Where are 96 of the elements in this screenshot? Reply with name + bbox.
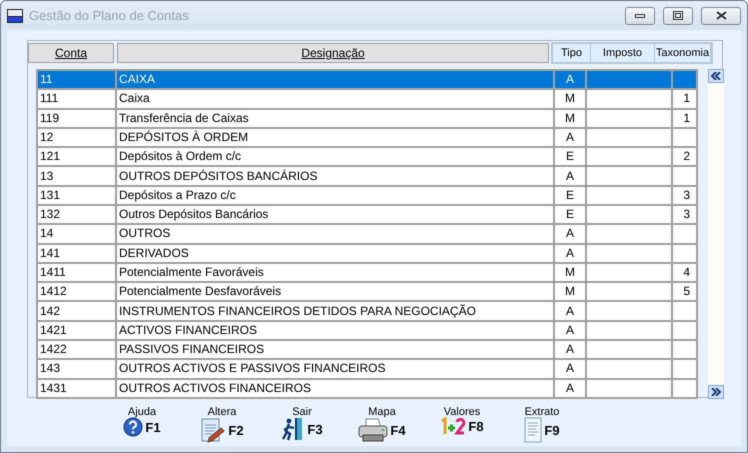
table-cell: 3 <box>673 206 696 224</box>
table-cell: OUTROS DEPÓSITOS BANCÁRIOS <box>117 167 553 185</box>
table-cell: Outros Depósitos Bancários <box>117 206 553 224</box>
maximize-icon <box>673 11 683 20</box>
scroll-left-button[interactable] <box>708 69 724 83</box>
table-cell: 1 <box>673 90 696 108</box>
help-icon <box>123 417 144 437</box>
table-cell <box>673 244 696 262</box>
table-cell <box>673 340 696 358</box>
table-cell: 131 <box>38 186 115 204</box>
table-cell: 111 <box>38 90 115 108</box>
table-cell: 3 <box>673 186 696 204</box>
document-icon <box>524 417 542 443</box>
table-cell: 4 <box>673 264 696 282</box>
table-cell: Transferência de Caixas <box>117 110 553 127</box>
table-cell <box>673 71 696 88</box>
table-cell <box>673 225 696 243</box>
table-cell: 12 <box>38 128 115 146</box>
table-cell: 1 <box>673 110 696 127</box>
toolbar-button[interactable]: Valores F8 <box>422 406 502 444</box>
table-cell: DERIVADOS <box>117 244 553 262</box>
toolbar-button[interactable]: Altera F2 <box>182 406 262 444</box>
table-cell: A <box>555 244 585 262</box>
table-cell: DEPÓSITOS À ORDEM <box>117 128 553 146</box>
table-cell: E <box>555 186 585 204</box>
table-cell: 1422 <box>38 340 115 358</box>
toolbar-button[interactable]: Extrato F9 <box>502 406 582 444</box>
table-cell: E <box>555 206 585 224</box>
table-cell: OUTROS ACTIVOS E PASSIVOS FINANCEIROS <box>117 360 553 378</box>
column-header[interactable]: Designação <box>117 43 549 63</box>
table-cell: 1412 <box>38 283 115 300</box>
table-cell <box>673 302 696 320</box>
table-cell <box>673 360 696 378</box>
table-cell: ACTIVOS FINANCEIROS <box>117 322 553 339</box>
table-cell <box>673 380 696 397</box>
table-cell: 1421 <box>38 322 115 339</box>
table-cell: A <box>555 380 585 397</box>
table-cell: M <box>555 283 585 300</box>
table-cell: A <box>555 225 585 243</box>
table-cell: A <box>555 71 585 88</box>
table-cell: Potencialmente Favoráveis <box>117 264 553 282</box>
table-cell: M <box>555 90 585 108</box>
table-cell <box>673 167 696 185</box>
table-cell: 141 <box>38 244 115 262</box>
toolbar-button[interactable]: Sair F3 <box>262 406 342 444</box>
column-header[interactable]: Taxonomia <box>655 44 711 62</box>
table-cell: PASSIVOS FINANCEIROS <box>117 340 553 358</box>
maximize-button[interactable] <box>663 6 693 24</box>
table-cell: Depósitos a Prazo c/c <box>117 186 553 204</box>
table-cell: OUTROS ACTIVOS FINANCEIROS <box>117 380 553 397</box>
window-title: Gestão do Plano de Contas <box>29 8 190 23</box>
close-button[interactable] <box>701 6 741 24</box>
table-cell: A <box>555 360 585 378</box>
table-cell: Depósitos à Ordem c/c <box>117 148 553 166</box>
toolbar-button[interactable]: Mapa F4 <box>342 406 422 444</box>
table-cell: 1411 <box>38 264 115 282</box>
table-cell: M <box>555 264 585 282</box>
table-cell: 13 <box>38 167 115 185</box>
table-cell: 119 <box>38 110 115 127</box>
table-cell <box>673 322 696 339</box>
app-icon <box>7 8 23 22</box>
table-cell: 5 <box>673 283 696 300</box>
one-plus-two-icon <box>440 417 466 435</box>
table-cell: INSTRUMENTOS FINANCEIROS DETIDOS PARA NEGOCIAÇÃO <box>117 302 553 320</box>
table-cell: E <box>555 148 585 166</box>
table-cell: 143 <box>38 360 115 378</box>
table-cell: 132 <box>38 206 115 224</box>
column-header[interactable]: Imposto <box>591 44 655 62</box>
table-cell: A <box>555 167 585 185</box>
table-cell <box>673 128 696 146</box>
scroll-right-button[interactable] <box>708 385 724 399</box>
table-cell: Caixa <box>117 90 553 108</box>
double-chevron-right-icon <box>711 388 721 396</box>
table-cell: OUTROS <box>117 225 553 243</box>
table-cell: 121 <box>38 148 115 166</box>
table-cell: A <box>555 340 585 358</box>
table-cell: A <box>555 322 585 339</box>
toolbar-button[interactable]: Ajuda F1 <box>102 406 182 444</box>
minimize-icon <box>635 12 645 18</box>
double-chevron-left-icon <box>711 72 721 80</box>
column-header[interactable]: Conta <box>28 43 114 63</box>
table-cell: Potencialmente Desfavoráveis <box>117 283 553 300</box>
minimize-button[interactable] <box>625 6 655 24</box>
printer-icon <box>358 417 388 443</box>
table-cell: M <box>555 110 585 127</box>
table-cell: 2 <box>673 148 696 166</box>
close-icon <box>716 11 726 20</box>
table-cell: A <box>555 302 585 320</box>
table-cell: 14 <box>38 225 115 243</box>
table-cell: 11 <box>38 71 115 88</box>
column-header[interactable]: Tipo <box>553 44 591 62</box>
table-cell: CAIXA <box>117 71 553 88</box>
table-cell: 1431 <box>38 380 115 397</box>
table-cell: 142 <box>38 302 115 320</box>
table-cell: A <box>555 128 585 146</box>
document-pencil-icon <box>200 417 226 443</box>
